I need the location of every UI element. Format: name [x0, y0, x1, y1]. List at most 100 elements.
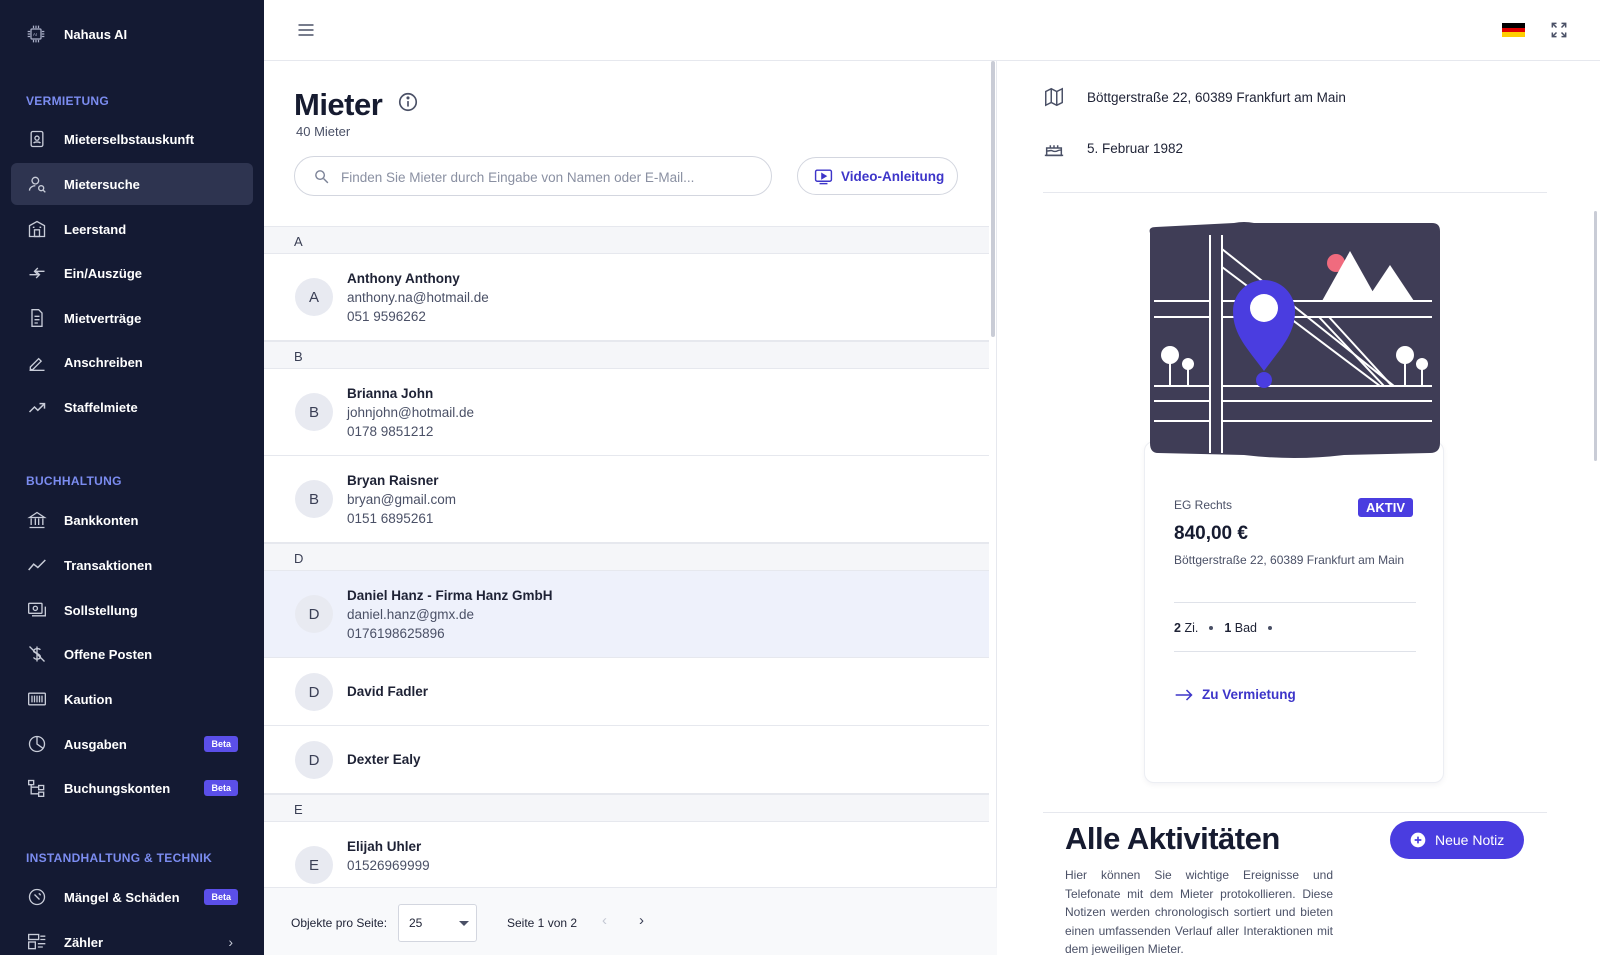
user-search-icon [28, 176, 46, 193]
sidebar-item-mietvertraege[interactable]: Mietverträge [11, 297, 253, 339]
trend-up-icon [28, 402, 46, 413]
sidebar-item-label: Mängel & Schäden [64, 889, 180, 905]
tenant-phone: 01526969999 [347, 858, 430, 873]
hierarchy-icon [28, 779, 45, 797]
search-input[interactable] [341, 166, 761, 188]
divider [1043, 812, 1547, 813]
sidebar-item-label: Zähler [64, 934, 104, 950]
sidebar-item-leerstand[interactable]: Leerstand [11, 208, 253, 250]
caret-down-icon [459, 921, 469, 926]
list-item[interactable]: D Dexter Ealy [264, 726, 989, 794]
dollar-off-icon [29, 646, 45, 662]
property-address: Böttgerstraße 22, 60389 Frankfurt am Mai… [1174, 553, 1405, 567]
group-letter: E [294, 802, 303, 817]
sidebar-item-anschreiben[interactable]: Anschreiben [11, 341, 253, 383]
detail-address-row: Böttgerstraße 22, 60389 Frankfurt am Mai… [1043, 86, 1346, 108]
next-page-button[interactable]: › [639, 912, 644, 929]
invoice-icon [28, 602, 46, 617]
per-page-value: 25 [409, 916, 423, 930]
sidebar-item-label: Kaution [64, 691, 113, 707]
avatar: B [295, 393, 333, 431]
video-play-icon [814, 168, 833, 184]
prev-page-button[interactable]: ‹ [602, 912, 607, 929]
property-card: EG Rechts AKTIV 840,00 € Böttgerstraße 2… [1144, 221, 1444, 783]
sidebar-item-bankkonten[interactable]: Bankkonten [11, 499, 253, 541]
map-icon [1045, 87, 1063, 107]
sidebar-item-offene-posten[interactable]: Offene Posten [11, 633, 253, 675]
sidebar-item-transaktionen[interactable]: Transaktionen [11, 544, 253, 586]
hamburger-menu-icon[interactable] [296, 20, 316, 40]
svg-text:AI: AI [33, 32, 37, 37]
app-root: AI Nahaus AI VERMIETUNG Mieterselbstausk… [0, 0, 1600, 955]
sidebar-item-label: Sollstellung [64, 602, 138, 618]
divider [1174, 651, 1416, 652]
video-tutorial-button[interactable]: Video-Anleitung [797, 157, 958, 195]
status-badge: AKTIV [1358, 498, 1413, 517]
group-header: E [264, 794, 989, 822]
zu-vermietung-link[interactable]: Zu Vermietung [1174, 687, 1296, 702]
document-icon [31, 309, 43, 327]
list-item[interactable]: D David Fadler [264, 658, 989, 726]
tenant-email: johnjohn@hotmail.de [347, 405, 475, 420]
tenant-name: Anthony Anthony [347, 271, 460, 286]
sidebar-item-ein-auszuege[interactable]: Ein/Auszüge [11, 252, 253, 294]
plus-circle-icon [1410, 832, 1426, 848]
fullscreen-icon[interactable] [1549, 20, 1569, 40]
sidebar-item-ausgaben[interactable]: Ausgaben Beta [11, 723, 253, 765]
tenant-name: Elijah Uhler [347, 839, 422, 854]
bank-icon [27, 511, 47, 529]
arrow-right-icon [1175, 688, 1193, 701]
info-icon[interactable] [397, 91, 419, 113]
sidebar-item-mietersuche[interactable]: Mietersuche [11, 163, 253, 205]
tenant-email: daniel.hanz@gmx.de [347, 607, 475, 622]
baths-unit: Bad [1234, 621, 1258, 635]
sidebar-item-staffelmiete[interactable]: Staffelmiete [11, 386, 253, 428]
rooms-unit: Zi. [1184, 621, 1199, 635]
sidebar-item-sollstellung[interactable]: Sollstellung [11, 589, 253, 631]
tenant-list: A A Anthony Anthony anthony.na@hotmail.d… [264, 226, 989, 909]
tenant-name: David Fadler [347, 684, 429, 699]
group-header: D [264, 543, 989, 571]
tenant-name: Bryan Raisner [347, 473, 439, 488]
brand[interactable]: AI Nahaus AI [26, 24, 127, 44]
clipboard-user-icon [30, 130, 44, 148]
new-note-button[interactable]: Neue Notiz [1390, 821, 1524, 859]
sidebar-item-label: Mietersuche [64, 176, 140, 192]
sidebar-item-kaution[interactable]: Kaution [11, 678, 253, 720]
meter-icon [27, 933, 46, 950]
page-info: Seite 1 von 2 [507, 916, 578, 930]
per-page-label: Objekte pro Seite: [291, 916, 388, 930]
tool-circle-icon [28, 888, 46, 906]
tenant-name: Dexter Ealy [347, 752, 421, 767]
building-icon [28, 220, 46, 238]
new-note-label: Neue Notiz [1435, 832, 1505, 848]
group-letter: D [294, 551, 304, 566]
detail-address: Böttgerstraße 22, 60389 Frankfurt am Mai… [1087, 89, 1346, 105]
group-header: A [264, 226, 989, 254]
scrollbar[interactable] [991, 61, 995, 337]
sidebar-item-maengel-schaeden[interactable]: Mängel & Schäden Beta [11, 876, 253, 918]
chart-line-icon [28, 559, 46, 571]
map-illustration [1149, 222, 1440, 458]
list-item[interactable]: B Brianna John johnjohn@hotmail.de 0178 … [264, 369, 989, 456]
tenant-name: Daniel Hanz - Firma Hanz GmbH [347, 588, 553, 603]
avatar: D [295, 595, 333, 633]
separator-dot [1268, 626, 1273, 630]
sidebar-item-zaehler[interactable]: Zähler › [11, 921, 253, 955]
list-item[interactable]: B Bryan Raisner bryan@gmail.com 0151 689… [264, 456, 989, 543]
scrollbar[interactable] [1594, 211, 1597, 461]
tenant-phone: 0176198625896 [347, 626, 445, 641]
pie-chart-icon [28, 735, 46, 753]
property-unit: EG Rechts [1174, 498, 1233, 512]
list-item[interactable]: A Anthony Anthony anthony.na@hotmail.de … [264, 254, 989, 341]
sidebar-item-buchungskonten[interactable]: Buchungskonten Beta [11, 767, 253, 809]
chevron-right-icon: › [228, 934, 233, 950]
per-page-select[interactable]: 25 [398, 904, 477, 942]
sidebar-item-mieterselbstauskunft[interactable]: Mieterselbstauskunft [11, 118, 253, 160]
activities-title: Alle Aktivitäten [1065, 821, 1280, 856]
list-item-selected[interactable]: D Daniel Hanz - Firma Hanz GmbH daniel.h… [264, 571, 989, 658]
search-icon [315, 170, 329, 184]
section-title-buchhaltung: BUCHHALTUNG [26, 474, 122, 488]
german-flag-icon[interactable] [1502, 23, 1525, 37]
rooms-value: 2 [1174, 621, 1181, 635]
